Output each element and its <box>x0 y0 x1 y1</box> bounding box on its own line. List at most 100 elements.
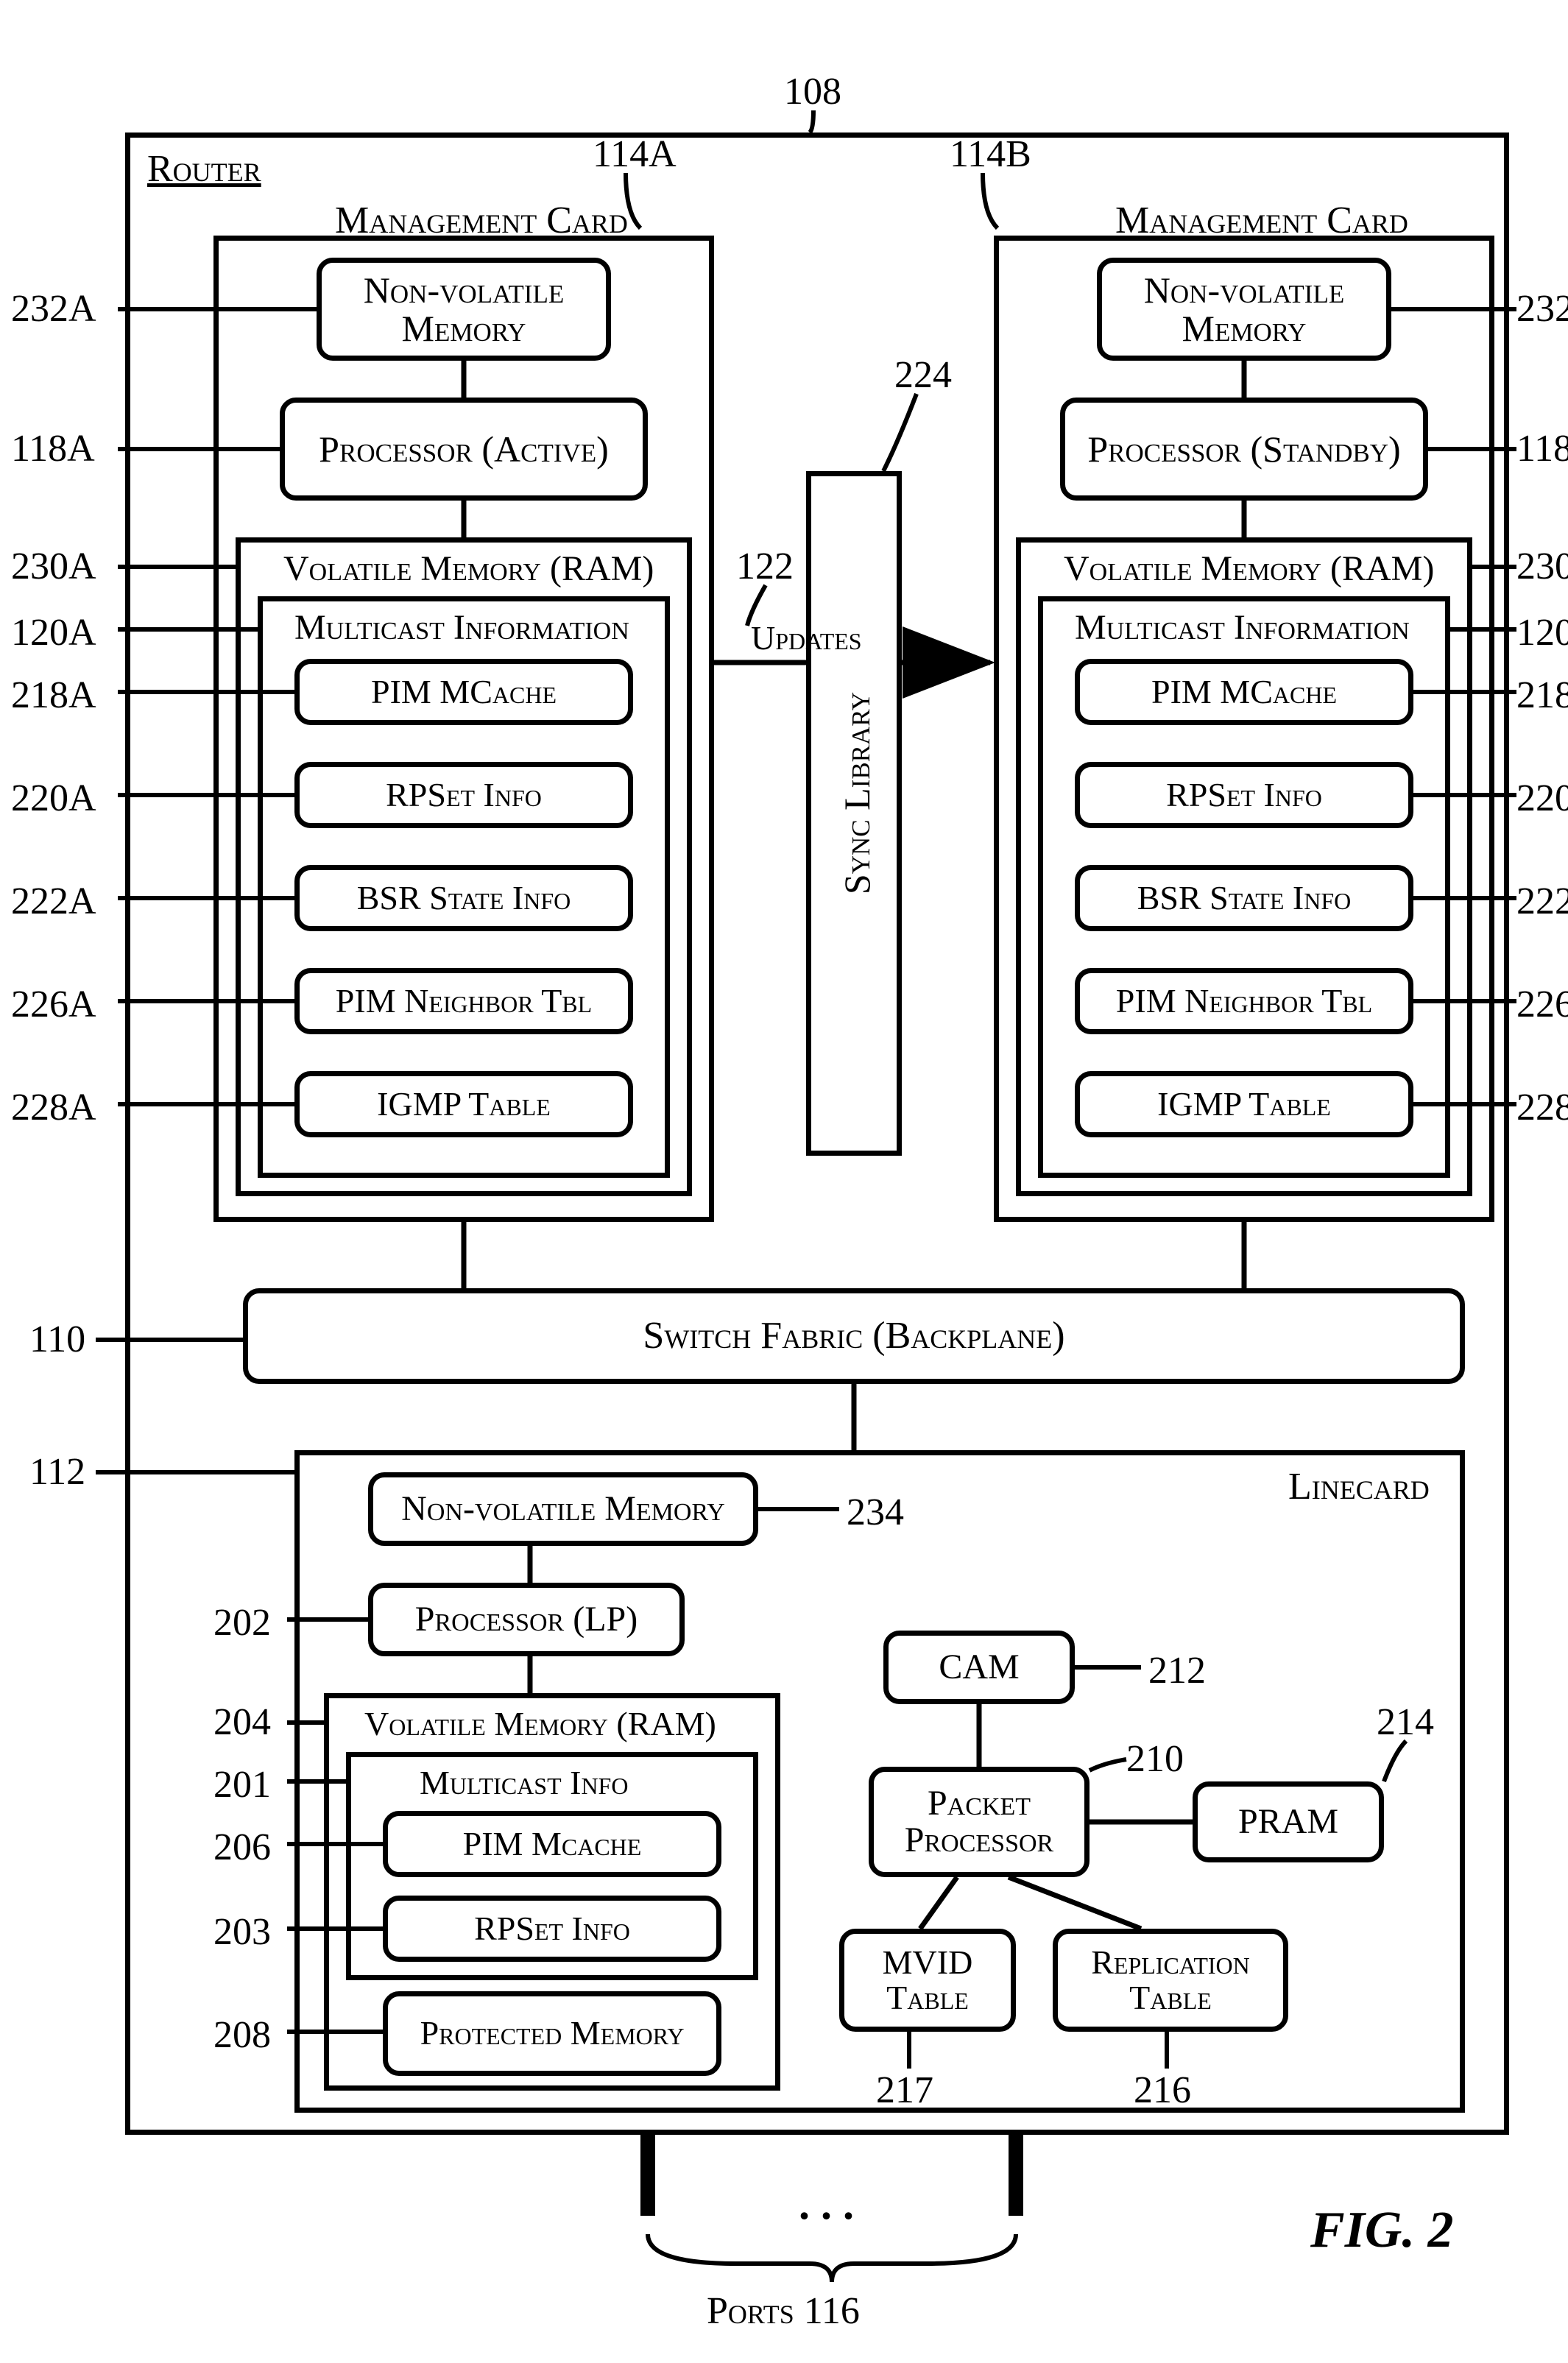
ref-216: 216 <box>1134 2069 1191 2112</box>
ref-202: 202 <box>213 1601 271 1645</box>
mca-proc-label: Processor (Active) <box>319 430 609 469</box>
lc-mvid: MVID Table <box>839 1929 1016 2032</box>
lc-protmem-label: Protected Memory <box>420 2016 685 2051</box>
ref-220b: 220B <box>1516 777 1568 820</box>
lc-mcast-title: Multicast Info <box>420 1763 628 1802</box>
ref-220a: 220A <box>11 777 96 820</box>
mca-nvmem: Non-volatile Memory <box>317 258 611 361</box>
lc-proc: Processor (LP) <box>368 1583 685 1656</box>
ref-230b: 230B <box>1516 545 1568 588</box>
mgmt-card-a-title: Management Card <box>335 199 628 242</box>
ref-114b: 114B <box>950 133 1031 176</box>
mgmt-card-b-title: Management Card <box>1115 199 1408 242</box>
mcb-pim-nbr-label: PIM Neighbor Tbl <box>1116 983 1372 1019</box>
switch-fabric: Switch Fabric (Backplane) <box>243 1288 1465 1384</box>
mcb-pim-mcache-label: PIM MCache <box>1151 674 1337 710</box>
mca-rpset-label: RPSet Info <box>386 777 542 813</box>
mcb-proc: Processor (Standby) <box>1060 398 1428 501</box>
mca-nvmem-label: Non-volatile Memory <box>322 271 606 348</box>
lc-pim-mcache-label: PIM Mcache <box>463 1826 642 1862</box>
mca-igmp-label: IGMP Table <box>377 1087 551 1122</box>
lc-repl: Replication Table <box>1053 1929 1288 2032</box>
lc-pim-mcache: PIM Mcache <box>383 1811 721 1877</box>
lc-rpset: RPSet Info <box>383 1896 721 1962</box>
mca-pim-mcache-label: PIM MCache <box>371 674 557 710</box>
mcb-rpset-label: RPSet Info <box>1166 777 1322 813</box>
linecard-title: Linecard <box>1288 1465 1430 1508</box>
mcb-pim-nbr: PIM Neighbor Tbl <box>1075 968 1413 1034</box>
ref-118b: 118B <box>1516 427 1568 470</box>
ref-201: 201 <box>213 1763 271 1806</box>
ref-226b: 226B <box>1516 983 1568 1026</box>
mca-rpset: RPSet Info <box>294 762 633 828</box>
lc-pram: PRAM <box>1193 1781 1384 1862</box>
lc-pktproc: Packet Processor <box>869 1767 1090 1877</box>
lc-cam: CAM <box>883 1631 1075 1704</box>
ref-222a: 222A <box>11 880 96 923</box>
mcb-nvmem-label: Non-volatile Memory <box>1102 271 1386 348</box>
ref-203: 203 <box>213 1910 271 1954</box>
ref-108: 108 <box>784 70 841 113</box>
ref-120b: 120B <box>1516 611 1568 654</box>
mcb-pim-mcache: PIM MCache <box>1075 659 1413 725</box>
mcb-vmem-title: Volatile Memory (RAM) <box>1064 548 1434 589</box>
ref-224: 224 <box>894 353 952 397</box>
mca-pim-nbr-label: PIM Neighbor Tbl <box>336 983 592 1019</box>
updates-label: Updates <box>751 618 862 657</box>
mcb-bsr: BSR State Info <box>1075 865 1413 931</box>
ref-218a: 218A <box>11 674 96 717</box>
mcb-rpset: RPSet Info <box>1075 762 1413 828</box>
lc-pktproc-label: Packet Processor <box>874 1785 1084 1859</box>
lc-nvmem-label: Non-volatile Memory <box>401 1491 725 1527</box>
mca-pim-mcache: PIM MCache <box>294 659 633 725</box>
lc-pram-label: PRAM <box>1238 1804 1338 1840</box>
ref-110: 110 <box>29 1318 85 1361</box>
lc-rpset-label: RPSet Info <box>474 1911 630 1946</box>
mca-bsr-label: BSR State Info <box>357 880 571 916</box>
ref-218b: 218B <box>1516 674 1568 717</box>
dots: . . . <box>799 2179 854 2230</box>
mcb-proc-label: Processor (Standby) <box>1087 430 1400 469</box>
lc-proc-label: Processor (LP) <box>415 1601 638 1638</box>
ref-226a: 226A <box>11 983 96 1026</box>
ref-230a: 230A <box>11 545 96 588</box>
ports-label: Ports 116 <box>707 2289 860 2333</box>
mcb-mcast-title: Multicast Information <box>1075 607 1410 648</box>
ref-232a: 232A <box>11 287 96 331</box>
ref-118a: 118A <box>11 427 95 470</box>
mcb-nvmem: Non-volatile Memory <box>1097 258 1391 361</box>
ref-217: 217 <box>876 2069 933 2112</box>
lc-vmem-title: Volatile Memory (RAM) <box>364 1704 716 1743</box>
ref-228b: 228B <box>1516 1086 1568 1129</box>
mcb-igmp-label: IGMP Table <box>1157 1087 1331 1122</box>
mca-igmp: IGMP Table <box>294 1071 633 1137</box>
ref-222b: 222B <box>1516 880 1568 923</box>
sync-library-label: Sync Library <box>836 692 878 894</box>
ref-206: 206 <box>213 1826 271 1869</box>
lc-nvmem: Non-volatile Memory <box>368 1472 758 1546</box>
mca-bsr: BSR State Info <box>294 865 633 931</box>
ref-204: 204 <box>213 1700 271 1744</box>
ref-212: 212 <box>1148 1649 1206 1692</box>
ref-210: 210 <box>1126 1737 1184 1781</box>
lc-protmem: Protected Memory <box>383 1991 721 2076</box>
ref-112: 112 <box>29 1450 85 1494</box>
ref-232b: 232B <box>1516 287 1568 331</box>
ref-214: 214 <box>1377 1700 1434 1744</box>
lc-mvid-label: MVID Table <box>844 1945 1011 2016</box>
mca-pim-nbr: PIM Neighbor Tbl <box>294 968 633 1034</box>
ref-234: 234 <box>847 1491 904 1534</box>
lc-cam-label: CAM <box>939 1649 1019 1686</box>
router-title: Router <box>147 147 261 191</box>
ref-120a: 120A <box>11 611 96 654</box>
mca-vmem-title: Volatile Memory (RAM) <box>283 548 654 589</box>
mcb-bsr-label: BSR State Info <box>1137 880 1352 916</box>
ref-122: 122 <box>736 545 794 588</box>
mca-mcast-title: Multicast Information <box>294 607 629 648</box>
page: Router Management Card Non-volatile Memo… <box>0 0 1568 2363</box>
ref-228a: 228A <box>11 1086 96 1129</box>
ref-114a: 114A <box>593 133 677 176</box>
mcb-igmp: IGMP Table <box>1075 1071 1413 1137</box>
fig-caption: FIG. 2 <box>1310 2201 1453 2260</box>
mca-proc: Processor (Active) <box>280 398 648 501</box>
